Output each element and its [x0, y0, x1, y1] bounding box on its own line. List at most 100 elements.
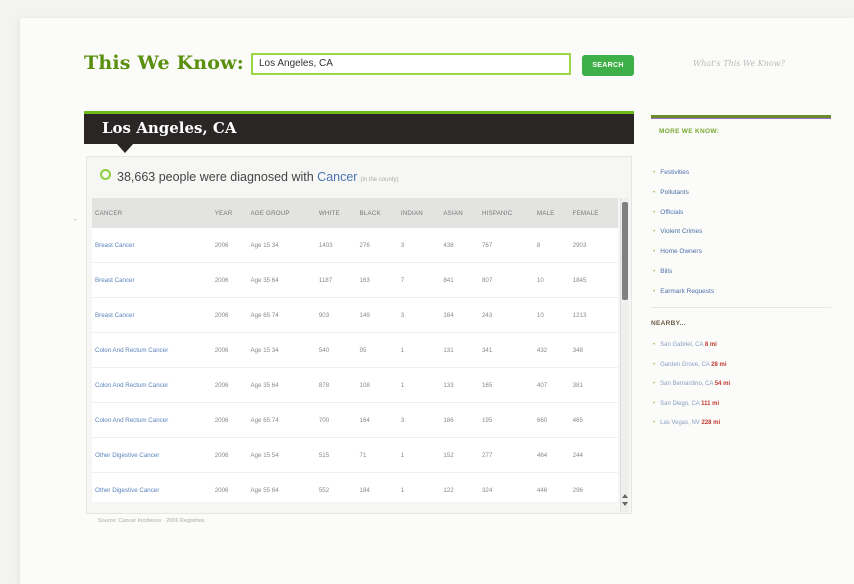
bullet-icon: •: [653, 400, 656, 407]
cancer-type-link[interactable]: Breast Cancer: [92, 297, 212, 333]
bullet-icon: •: [653, 248, 656, 256]
bullet-icon: •: [653, 169, 656, 176]
sidebar-item[interactable]: • Home Owners: [653, 242, 714, 262]
scroll-down-icon[interactable]: [622, 502, 628, 506]
table-cell: 3: [397, 297, 441, 333]
cancer-type-link[interactable]: Other Digestive Cancer: [92, 437, 212, 473]
table-cell: Age 15 34: [247, 332, 316, 368]
sidebar-item[interactable]: • Officials: [653, 203, 714, 223]
table-scrollbar[interactable]: [620, 198, 629, 512]
nearby-item[interactable]: • San Bernardino, CA 54 mi: [653, 375, 730, 395]
table-cell: 122: [440, 472, 479, 502]
sidebar-item[interactable]: • Violent Crimes: [653, 222, 714, 242]
column-header[interactable]: HISPANIC: [478, 198, 534, 228]
column-header[interactable]: CANCER: [92, 198, 212, 228]
bullet-icon: •: [653, 381, 656, 387]
header-accent-line: [651, 118, 831, 119]
sidebar-item-label: Earmark Requests: [660, 287, 715, 295]
data-table-container[interactable]: CANCER YEAR AGE GROUP WHITE BLACK INDIAN ASIAN…: [92, 198, 618, 502]
more-we-know-list: • Festivities • Pollutants • Officials • Violen…: [653, 163, 714, 302]
column-header[interactable]: INDIAN: [397, 198, 441, 228]
column-header[interactable]: WHITE: [315, 198, 357, 228]
sidebar-item[interactable]: • Earmark Requests: [653, 282, 714, 302]
sidebar-item[interactable]: • Festivities: [653, 163, 714, 183]
location-pointer: [116, 143, 134, 153]
table-cell: Age 35 64: [247, 262, 316, 298]
table-cell: 381: [569, 367, 618, 403]
table-cell: 131: [440, 332, 479, 368]
cancer-type-link[interactable]: Breast Cancer: [92, 262, 212, 298]
table-cell: 1: [397, 367, 441, 403]
column-header[interactable]: BLACK: [356, 198, 398, 228]
whats-this-link[interactable]: What's This We Know?: [693, 59, 785, 68]
table-row: Breast Cancer 2006 Age 15 34 1403 276 3 438 767…: [92, 228, 618, 263]
table-cell: 1213: [569, 297, 618, 333]
nearby-item[interactable]: • Las Vegas, NV 228 mi: [653, 414, 730, 434]
table-cell: 276: [356, 228, 398, 263]
bullet-icon: •: [653, 208, 656, 216]
table-cell: 3: [397, 402, 441, 438]
sidebar-divider: [651, 307, 831, 308]
sidebar-item-label: Violent Crimes: [660, 228, 703, 236]
table-row: Other Digestive Cancer 2006 Age 15 54 515 71…: [92, 437, 618, 473]
search-button[interactable]: SEARCH: [582, 55, 634, 76]
table-cell: 8: [533, 228, 570, 263]
sidebar-item[interactable]: • Bills: [653, 262, 714, 282]
topic-link[interactable]: Cancer: [317, 170, 357, 184]
table-cell: 296: [569, 472, 618, 502]
bullet-icon: •: [653, 342, 656, 348]
table-cell: 163: [356, 262, 398, 298]
column-header[interactable]: MALE: [533, 198, 570, 228]
cancer-type-link[interactable]: Colon And Rectum Cancer: [92, 332, 212, 368]
column-header[interactable]: YEAR: [211, 198, 248, 228]
table-cell: 552: [315, 472, 357, 502]
table-cell: 277: [478, 437, 534, 473]
table-row: Other Digestive Cancer 2006 Age 55 64 552 18…: [92, 472, 618, 502]
table-cell: 2006: [211, 297, 248, 333]
bullet-icon: •: [653, 361, 656, 368]
sidebar-item-label: Bills: [660, 267, 673, 275]
table-cell: 133: [440, 367, 479, 403]
nearby-title: NEARBY...: [651, 320, 686, 327]
column-header[interactable]: FEMALE: [569, 198, 618, 228]
scroll-up-icon[interactable]: [622, 494, 628, 498]
nearby-item[interactable]: • San Gabriel, CA 8 mi: [653, 336, 730, 356]
column-header[interactable]: ASIAN: [440, 198, 479, 228]
table-cell: 184: [356, 472, 398, 502]
cancer-type-link[interactable]: Colon And Rectum Cancer: [92, 367, 212, 403]
cancer-type-link[interactable]: Colon And Rectum Cancer: [92, 402, 212, 438]
table-cell: 165: [478, 367, 534, 403]
table-cell: 841: [440, 262, 479, 298]
table-cell: 2006: [211, 367, 248, 403]
table-row: Colon And Rectum Cancer 2006 Age 35 64 878 1…: [92, 367, 618, 403]
table-cell: 903: [315, 297, 357, 333]
table-cell: 164: [440, 297, 479, 333]
cancer-type-link[interactable]: Breast Cancer: [92, 228, 212, 263]
more-we-know-title: MORE WE KNOW:: [659, 128, 720, 135]
nearby-item[interactable]: • Garden Grove, CA 28 mi: [653, 356, 730, 376]
table-cell: 108: [356, 367, 398, 403]
table-cell: 243: [478, 297, 534, 333]
cancer-type-link[interactable]: Other Digestive Cancer: [92, 472, 212, 502]
nearby-distance: 228 mi: [701, 420, 721, 426]
table-cell: Age 55 64: [247, 472, 316, 502]
table-cell: 432: [533, 332, 570, 368]
scroll-thumb[interactable]: [622, 202, 628, 300]
table-cell: 700: [315, 402, 357, 438]
table-cell: 540: [315, 332, 357, 368]
nearby-item[interactable]: • San Diego, CA 111 mi: [653, 395, 730, 415]
search-input[interactable]: Los Angeles, CA: [251, 53, 571, 75]
table-cell: 3: [397, 228, 441, 263]
table-cell: 1845: [569, 262, 618, 298]
column-header[interactable]: AGE GROUP: [247, 198, 316, 228]
sidebar-item[interactable]: • Pollutants: [653, 183, 714, 203]
bullet-icon: •: [653, 420, 656, 426]
bullet-icon: •: [653, 267, 656, 275]
table-cell: 244: [569, 437, 618, 473]
table-cell: 186: [440, 402, 479, 438]
nearby-distance: 8 mi: [704, 342, 717, 348]
table-cell: 2006: [211, 262, 248, 298]
site-logo[interactable]: This We Know:: [84, 52, 244, 74]
table-cell: 7: [397, 262, 441, 298]
source-note: Source: Cancer Incidence · 2006 Registri…: [98, 518, 205, 524]
